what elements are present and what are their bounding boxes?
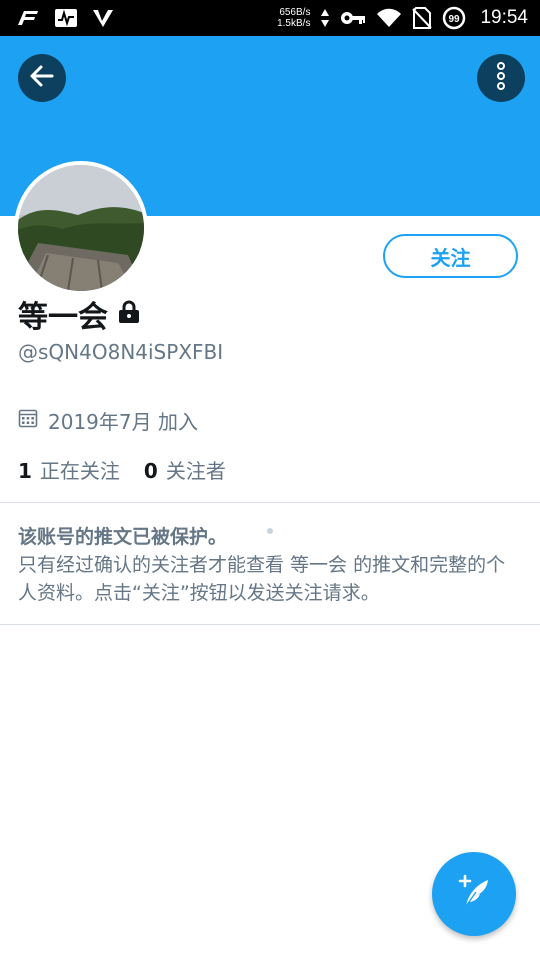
more-options-button[interactable]: [477, 54, 525, 102]
compose-tweet-button[interactable]: [432, 852, 516, 936]
divider: [0, 624, 540, 625]
v-app-icon: [92, 8, 114, 28]
status-bar: 656B/s 1.5kB/s 99 19:54: [0, 0, 540, 36]
follow-stats: 1 正在关注 0 关注者: [18, 455, 226, 484]
network-speed: 656B/s 1.5kB/s: [277, 7, 310, 29]
activity-icon: [54, 8, 78, 28]
display-name-row: 等一会: [18, 292, 140, 336]
avatar[interactable]: [14, 161, 148, 295]
f-app-icon: [16, 9, 40, 27]
loading-dot: [267, 528, 273, 534]
follow-button[interactable]: 关注: [383, 234, 518, 278]
wifi-icon: [376, 8, 402, 28]
followers-label: 关注者: [165, 459, 226, 483]
key-icon: [340, 10, 366, 26]
protected-notice: 该账号的推文已被保护。 只有经过确认的关注者才能查看 等一会 的推文和完整的个人…: [18, 523, 523, 607]
protected-body: 只有经过确认的关注者才能查看 等一会 的推文和完整的个人资料。点击“关注”按钮以…: [18, 554, 506, 604]
battery-icon: 99: [442, 6, 466, 30]
lock-icon: [118, 300, 140, 328]
following-count: 1: [18, 459, 32, 483]
more-vertical-icon: [496, 62, 506, 94]
display-name: 等一会: [18, 300, 108, 335]
following-stat[interactable]: 1 正在关注: [18, 455, 120, 484]
no-sim-icon: [412, 7, 433, 29]
following-label: 正在关注: [39, 459, 120, 483]
followers-stat[interactable]: 0 关注者: [144, 455, 226, 484]
user-handle: @sQN4O8N4iSPXFBI: [18, 340, 224, 364]
divider: [0, 502, 540, 503]
battery-level: 99: [449, 14, 461, 25]
compose-tweet-icon: [454, 872, 494, 916]
net-down: 1.5kB/s: [277, 18, 311, 29]
clock: 19:54: [480, 7, 528, 28]
joined-text: 2019年7月 加入: [48, 410, 198, 434]
data-arrows-icon: [320, 8, 330, 28]
calendar-icon: [18, 408, 38, 433]
net-up: 656B/s: [279, 7, 311, 18]
followers-count: 0: [143, 459, 158, 483]
back-button[interactable]: [18, 54, 66, 102]
arrow-left-icon: [28, 62, 56, 94]
joined-date: 2019年7月 加入: [18, 406, 198, 435]
